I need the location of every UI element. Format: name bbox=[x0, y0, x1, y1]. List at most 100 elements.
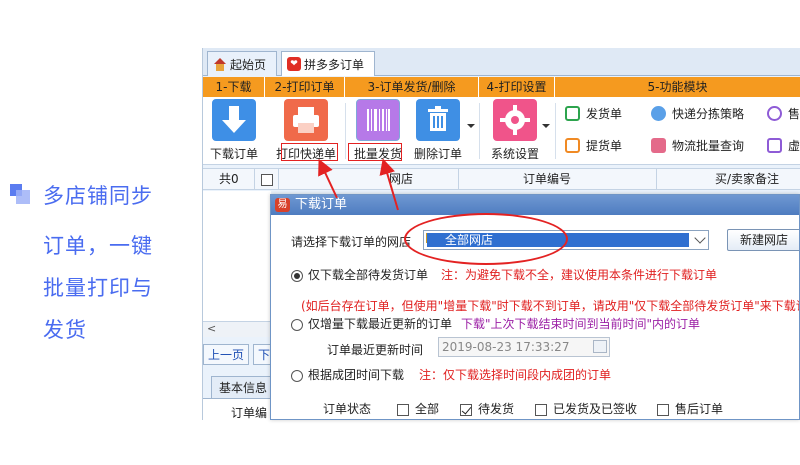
promo-line-2: 订单，一键 bbox=[43, 234, 153, 258]
after-sales-label: 售 bbox=[788, 107, 800, 121]
option-incremental[interactable]: 仅增量下载最近更新的订单 bbox=[291, 315, 452, 332]
delete-orders-button[interactable]: 删除订单 bbox=[409, 99, 467, 162]
ship-list-label: 发货单 bbox=[586, 107, 623, 121]
last-update-value: 2019-08-23 17:33:27 bbox=[442, 340, 570, 354]
order-status-label: 订单状态 bbox=[323, 402, 372, 416]
pick-list-icon bbox=[565, 138, 580, 153]
tab-pinduoduo-orders[interactable]: ❤ 拼多多订单 bbox=[281, 51, 375, 76]
option-pending-only[interactable]: 仅下载全部待发货订单 bbox=[291, 266, 428, 283]
status-after-sales[interactable]: 售后订单 bbox=[657, 400, 723, 417]
radio-group-time[interactable] bbox=[291, 369, 303, 382]
status-shipped[interactable]: 已发货及已签收 bbox=[535, 400, 637, 417]
pick-list-label: 提货单 bbox=[586, 139, 623, 153]
page: 多店铺同步 订单，一键 批量打印与 发货 起始页 ❤ 拼多多订单 1-下载 2-… bbox=[0, 0, 800, 465]
app-logo-icon: 易 bbox=[275, 198, 290, 212]
express-sort-button[interactable]: 快递分拣策略 bbox=[651, 105, 744, 122]
chevron-down-icon bbox=[694, 232, 706, 244]
after-sales-button[interactable]: 售 bbox=[767, 105, 800, 122]
column-remark[interactable]: 买/卖家备注 bbox=[657, 169, 800, 190]
batch-ship-highlight bbox=[348, 143, 402, 161]
tab-label: 起始页 bbox=[230, 57, 267, 72]
tab-start-page[interactable]: 起始页 bbox=[207, 51, 277, 76]
tab-basic-info[interactable]: 基本信息 bbox=[211, 376, 275, 398]
bullet-square-icon bbox=[10, 184, 30, 204]
system-settings-button[interactable]: 系统设置 bbox=[483, 99, 547, 162]
dialog-title: 下载订单 bbox=[295, 197, 348, 212]
barcode-icon bbox=[356, 99, 400, 141]
settings-dropdown-icon[interactable] bbox=[542, 124, 550, 128]
shop-select-annotation-ellipse bbox=[404, 213, 568, 265]
express-sort-label: 快递分拣策略 bbox=[672, 107, 745, 121]
column-shop-label: 网店 bbox=[389, 172, 414, 186]
toolbar-separator bbox=[479, 103, 480, 159]
download-icon bbox=[212, 99, 256, 141]
last-update-label: 订单最近更新时间 bbox=[327, 343, 424, 357]
order-no-field-label: 订单编 bbox=[203, 398, 273, 420]
promo-line-3: 批量打印与 bbox=[43, 276, 153, 300]
express-sort-icon bbox=[651, 106, 666, 121]
virtual-button[interactable]: 虚 bbox=[767, 137, 800, 154]
option-pending-only-label: 仅下载全部待发货订单 bbox=[308, 268, 429, 282]
promo-line-4: 发货 bbox=[43, 318, 87, 342]
new-shop-button[interactable]: 新建网店 bbox=[727, 229, 799, 251]
calendar-icon bbox=[593, 340, 607, 353]
gear-icon bbox=[493, 99, 537, 141]
select-all-checkbox[interactable] bbox=[255, 169, 279, 190]
status-pending-checkbox[interactable] bbox=[460, 403, 472, 416]
group-ship-delete: 3-订单发货/删除 bbox=[345, 77, 479, 97]
home-icon bbox=[213, 57, 227, 71]
delete-dropdown-icon[interactable] bbox=[467, 124, 475, 128]
prev-page-button[interactable]: 上一页 bbox=[203, 344, 250, 365]
pick-list-button[interactable]: 提货单 bbox=[565, 137, 622, 154]
toolbar-separator bbox=[555, 103, 556, 159]
printer-icon bbox=[284, 99, 328, 141]
tab-label: 拼多多订单 bbox=[304, 57, 365, 72]
status-all-checkbox[interactable] bbox=[397, 403, 409, 416]
option-pending-note: 注：为避免下载不全，建议使用本条件进行下载订单 bbox=[441, 268, 718, 282]
toolbar-separator bbox=[345, 103, 346, 159]
dialog-title-bar: 易 下载订单 bbox=[271, 195, 799, 215]
promo-line-1: 多店铺同步 bbox=[43, 184, 153, 208]
column-order-no[interactable]: 订单编号 bbox=[459, 169, 657, 190]
order-list-header: 共0 网店 订单编号 买/卖家备注 bbox=[203, 168, 800, 190]
print-express-highlight bbox=[281, 143, 338, 161]
status-after-sales-label: 售后订单 bbox=[675, 402, 724, 416]
status-all-label: 全部 bbox=[415, 402, 440, 416]
ship-list-icon bbox=[565, 106, 580, 121]
status-shipped-label: 已发货及已签收 bbox=[553, 402, 638, 416]
virtual-label: 虚 bbox=[788, 139, 800, 153]
pager: 上一页下 bbox=[203, 344, 279, 365]
group-download: 1-下载 bbox=[203, 77, 265, 97]
column-order-no-label: 订单编号 bbox=[523, 172, 572, 186]
option-incremental-label: 仅增量下载最近更新的订单 bbox=[308, 317, 453, 331]
trash-icon bbox=[416, 99, 460, 141]
option-group-time[interactable]: 根据成团时间下载 bbox=[291, 366, 404, 383]
virtual-icon bbox=[767, 138, 782, 153]
status-after-sales-checkbox[interactable] bbox=[657, 403, 669, 416]
group-bar: 1-下载 2-打印订单 3-订单发货/删除 4-打印设置 5-功能模块 bbox=[203, 77, 800, 97]
radio-pending-only[interactable] bbox=[291, 269, 303, 282]
tab-strip: 起始页 ❤ 拼多多订单 bbox=[203, 48, 800, 76]
horizontal-scrollbar[interactable]: < bbox=[203, 321, 271, 337]
download-orders-label: 下载订单 bbox=[209, 147, 258, 161]
column-shop[interactable]: 网店 bbox=[279, 169, 459, 190]
delete-orders-label: 删除订单 bbox=[413, 147, 462, 161]
download-orders-button[interactable]: 下载订单 bbox=[207, 99, 261, 162]
order-count: 共0 bbox=[203, 169, 255, 190]
shop-select-label: 请选择下载订单的网店 bbox=[291, 235, 412, 249]
group-modules: 5-功能模块 bbox=[555, 77, 800, 97]
ship-list-button[interactable]: 发货单 bbox=[565, 105, 622, 122]
status-all[interactable]: 全部 bbox=[397, 400, 439, 417]
group-print: 2-打印订单 bbox=[265, 77, 345, 97]
radio-incremental[interactable] bbox=[291, 318, 303, 331]
after-sales-icon bbox=[767, 106, 782, 121]
logistics-query-label: 物流批量查询 bbox=[672, 139, 745, 153]
logistics-query-icon bbox=[651, 138, 666, 153]
status-pending-label: 待发货 bbox=[478, 402, 515, 416]
option-incremental-note: 下载"上次下载结束时间到当前时间"内的订单 bbox=[461, 317, 701, 331]
logistics-query-button[interactable]: 物流批量查询 bbox=[651, 137, 744, 154]
status-pending[interactable]: 待发货 bbox=[460, 400, 514, 417]
system-settings-label: 系统设置 bbox=[490, 147, 539, 161]
status-shipped-checkbox[interactable] bbox=[535, 403, 547, 416]
order-list-body bbox=[203, 191, 271, 321]
